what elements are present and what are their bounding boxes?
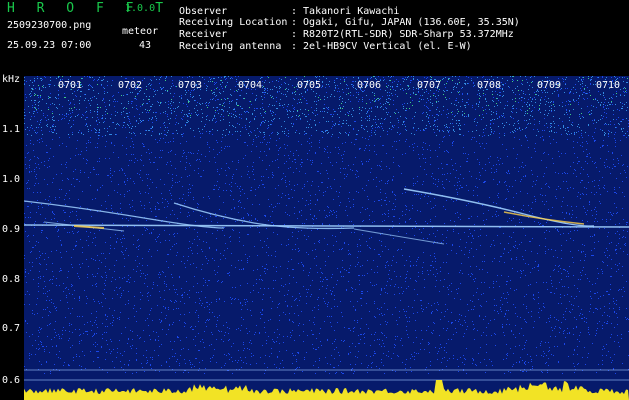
x-tick-label: 0701 [58, 80, 83, 91]
app-version: 1.0.0 [125, 3, 156, 14]
location-value: : Ogaki, Gifu, JAPAN (136.60E, 35.35N) [291, 17, 520, 28]
y-tick-label: 0.7 [2, 323, 21, 334]
antenna-label: Receiving antenna [179, 41, 282, 52]
y-tick-label: 1.1 [2, 124, 21, 135]
echo-trace [403, 188, 595, 227]
x-tick-label: 0704 [238, 80, 263, 91]
x-tick-label: 0709 [537, 80, 562, 91]
carrier-trace [24, 224, 629, 228]
file-name: 2509230700.png [7, 20, 92, 31]
receiver-label: Receiver [179, 29, 228, 40]
intensity-strip [24, 380, 629, 400]
spectrogram [24, 76, 629, 400]
y-tick-label: 1.0 [2, 174, 21, 185]
x-tick-label: 0706 [357, 80, 382, 91]
echo-hotspot [73, 225, 105, 229]
x-tick-label: 0707 [417, 80, 442, 91]
y-tick-label: 0.9 [2, 224, 21, 235]
location-label: Receiving Location [179, 17, 288, 28]
y-axis-unit: kHz [2, 74, 21, 85]
y-tick-label: 0.6 [2, 375, 21, 386]
x-tick-label: 0710 [596, 80, 621, 91]
spectrogram-canvas [24, 76, 629, 400]
receiver-value: : R820T2(RTL-SDR) SDR-Sharp 53.372MHz [291, 29, 514, 40]
y-tick-label: 0.8 [2, 274, 21, 285]
date-time: 25.09.23 07:00 [7, 40, 92, 51]
header: H R O F F T 1.0.0 2509230700.png meteor … [0, 0, 629, 76]
antenna-value: : 2el-HB9CV Vertical (el. E-W) [291, 41, 472, 52]
x-tick-label: 0702 [118, 80, 143, 91]
x-tick-label: 0703 [178, 80, 203, 91]
x-tick-label: 0708 [477, 80, 502, 91]
meteor-count: 43 [139, 40, 152, 51]
x-tick-label: 0705 [297, 80, 322, 91]
meteor-label: meteor [122, 26, 159, 37]
